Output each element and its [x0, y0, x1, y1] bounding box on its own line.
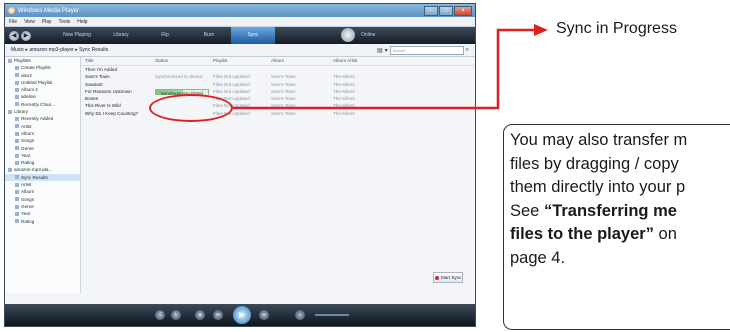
- info-box: You may also transfer m files by draggin…: [503, 124, 730, 330]
- info-line-3: them directly into your p: [510, 178, 686, 196]
- info-line-2: files by dragging / copy: [510, 154, 679, 173]
- info-line-1: You may also transfer m: [510, 131, 688, 149]
- info-on-text: on: [653, 225, 677, 243]
- info-reference-part2: files to the player”: [510, 225, 654, 243]
- info-line-4: See “Transferring me: [510, 200, 730, 224]
- info-reference-part1: “Transferring me: [543, 201, 677, 220]
- info-see-text: See: [510, 201, 544, 220]
- info-line-5: files to the player” on: [510, 223, 730, 247]
- callout-label: Sync in Progress: [556, 20, 677, 37]
- info-line-6: page 4.: [510, 248, 566, 267]
